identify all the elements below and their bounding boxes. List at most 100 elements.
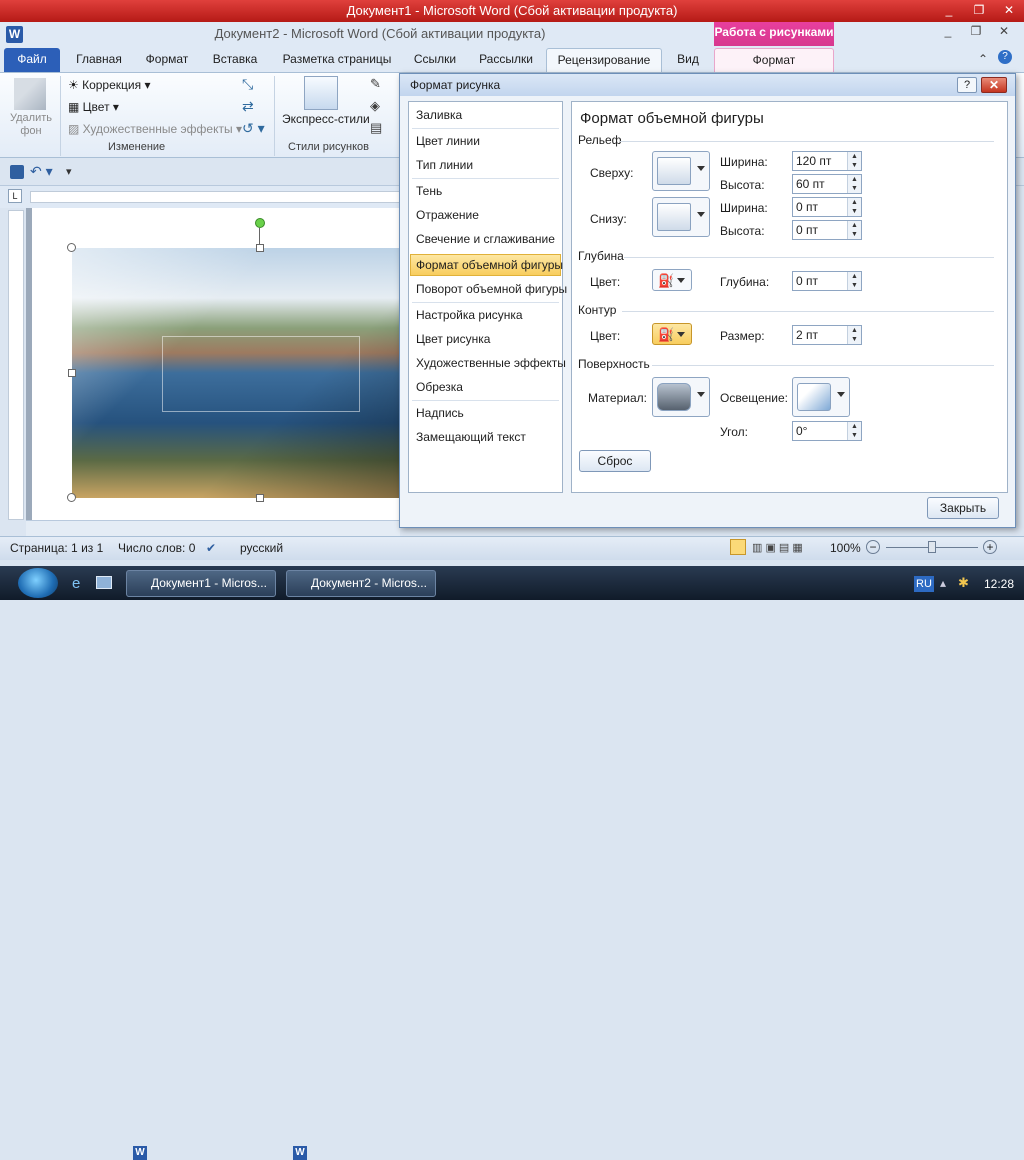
- spinner-arrows-icon[interactable]: ▲ ▼: [847, 198, 861, 216]
- bevel-top-gallery[interactable]: [652, 151, 710, 191]
- selected-picture[interactable]: [72, 248, 402, 498]
- rotate-handle[interactable]: [255, 218, 265, 228]
- nav-item-3d-format[interactable]: Формат объемной фигуры: [416, 258, 563, 272]
- ribbon-collapse-icon[interactable]: ⌃: [978, 52, 988, 66]
- artistic-effects-button[interactable]: ▨ Художественные эффекты ▾: [68, 122, 242, 136]
- picture-border-icon[interactable]: ✎: [370, 76, 381, 92]
- spinner-arrows-icon[interactable]: ▲ ▼: [847, 175, 861, 193]
- help-icon[interactable]: ?: [998, 50, 1012, 64]
- tray-icon[interactable]: ✱: [958, 575, 969, 591]
- spinner-arrows-icon[interactable]: ▲ ▼: [847, 422, 861, 440]
- close-window-button[interactable]: ✕: [994, 0, 1024, 20]
- bevel-top-width-spinner[interactable]: 120 пт ▲ ▼: [792, 151, 862, 171]
- spinner-arrows-icon[interactable]: ▲ ▼: [847, 272, 861, 290]
- compress-pictures-icon[interactable]: ⤡: [242, 76, 253, 93]
- bevel-top-height-spinner[interactable]: 60 пт ▲ ▼: [792, 174, 862, 194]
- dialog-close-button[interactable]: ✕: [981, 77, 1007, 93]
- taskbar-item-doc2[interactable]: W Документ2 - Micros...: [286, 570, 436, 1160]
- quick-styles-button[interactable]: Экспресс-стили: [282, 112, 370, 126]
- nav-item-reflection[interactable]: Отражение: [416, 208, 479, 222]
- tab-selector[interactable]: L: [8, 189, 22, 203]
- nav-item-artistic-effects[interactable]: Художественные эффекты: [416, 356, 566, 370]
- depth-spinner[interactable]: 0 пт ▲ ▼: [792, 271, 862, 291]
- corrections-button[interactable]: ☀ Коррекция ▾: [68, 78, 150, 92]
- doc-restore-button[interactable]: ❐: [962, 24, 990, 38]
- quick-styles-icon[interactable]: [304, 76, 338, 110]
- nav-item-fill[interactable]: Заливка: [416, 108, 462, 122]
- resize-handle-bottom[interactable]: [256, 494, 264, 502]
- resize-handle-top[interactable]: [256, 244, 264, 252]
- desktop-icon[interactable]: [96, 576, 112, 589]
- resize-handle-bl[interactable]: [67, 493, 76, 502]
- nav-item-3d-rotation[interactable]: Поворот объемной фигуры: [416, 282, 567, 296]
- view-buttons[interactable]: ▥ ▣ ▤ ▦: [752, 541, 803, 554]
- horizontal-scrollbar[interactable]: [26, 520, 400, 536]
- doc-close-button[interactable]: ✕: [990, 24, 1018, 38]
- zoom-slider-thumb[interactable]: [928, 541, 936, 553]
- spellcheck-icon[interactable]: ✔: [206, 541, 216, 555]
- tab-file[interactable]: Файл: [4, 48, 60, 72]
- tab-mailings[interactable]: Рассылки: [470, 48, 542, 72]
- dialog-close-bottom-button[interactable]: Закрыть: [927, 497, 999, 519]
- nav-item-shadow[interactable]: Тень: [416, 184, 442, 198]
- taskbar-item-doc1[interactable]: W Документ1 - Micros...: [126, 570, 276, 1160]
- ie-icon[interactable]: e: [72, 575, 80, 592]
- tray-expand-icon[interactable]: ▴: [940, 576, 946, 590]
- zoom-level[interactable]: 100%: [830, 541, 861, 555]
- save-icon[interactable]: [10, 165, 24, 179]
- tab-picture-format[interactable]: Формат: [714, 48, 834, 72]
- horizontal-ruler[interactable]: [30, 191, 400, 203]
- reset-picture-icon[interactable]: ↺ ▾: [242, 120, 265, 137]
- nav-item-picture-color[interactable]: Цвет рисунка: [416, 332, 490, 346]
- material-gallery[interactable]: [652, 377, 710, 417]
- bevel-bottom-height-spinner[interactable]: 0 пт ▲ ▼: [792, 220, 862, 240]
- nav-item-glow[interactable]: Свечение и сглаживание: [416, 232, 555, 246]
- zoom-in-icon[interactable]: +: [983, 540, 997, 554]
- resize-handle-tl[interactable]: [67, 243, 76, 252]
- clock[interactable]: 12:28: [984, 577, 1014, 591]
- nav-item-text-box[interactable]: Надпись: [416, 406, 464, 420]
- picture-effects-icon[interactable]: ◈: [370, 98, 380, 114]
- contour-color-button[interactable]: ⛽: [652, 323, 692, 345]
- bevel-bottom-gallery[interactable]: [652, 197, 710, 237]
- start-button[interactable]: [18, 568, 58, 598]
- bevel-bottom-width-spinner[interactable]: 0 пт ▲ ▼: [792, 197, 862, 217]
- change-picture-icon[interactable]: ⇄: [242, 98, 254, 115]
- picture-layout-icon[interactable]: ▤: [370, 120, 382, 136]
- color-button[interactable]: ▦ Цвет ▾: [68, 100, 119, 114]
- nav-item-alt-text[interactable]: Замещающий текст: [416, 430, 526, 444]
- status-words[interactable]: Число слов: 0: [118, 541, 195, 555]
- spinner-arrows-icon[interactable]: ▲ ▼: [847, 221, 861, 239]
- word-logo-icon[interactable]: W: [6, 26, 23, 43]
- status-page[interactable]: Страница: 1 из 1: [10, 541, 103, 555]
- maximize-button[interactable]: ❐: [964, 0, 994, 20]
- tab-references[interactable]: Ссылки: [406, 48, 464, 72]
- lighting-gallery[interactable]: [792, 377, 850, 417]
- angle-spinner[interactable]: 0° ▲ ▼: [792, 421, 862, 441]
- remove-background-button[interactable]: Удалить фон: [10, 112, 52, 138]
- depth-color-button[interactable]: ⛽: [652, 269, 692, 291]
- tab-view[interactable]: Вид: [668, 48, 708, 72]
- reset-button[interactable]: Сброс: [579, 450, 651, 472]
- tab-insert[interactable]: Вставка: [204, 48, 266, 72]
- nav-item-line-style[interactable]: Тип линии: [416, 158, 473, 172]
- tab-page-layout[interactable]: Разметка страницы: [274, 48, 400, 72]
- nav-item-line-color[interactable]: Цвет линии: [416, 134, 480, 148]
- zoom-out-icon[interactable]: −: [866, 540, 880, 554]
- status-language[interactable]: русский: [240, 541, 283, 555]
- tab-home[interactable]: Главная: [66, 48, 132, 72]
- print-layout-icon[interactable]: [730, 539, 746, 555]
- tab-format[interactable]: Формат: [136, 48, 198, 72]
- nav-item-picture-corrections[interactable]: Настройка рисунка: [416, 308, 523, 322]
- undo-icon[interactable]: ↶ ▾: [30, 163, 53, 180]
- dialog-help-button[interactable]: ?: [957, 77, 977, 93]
- nav-item-crop[interactable]: Обрезка: [416, 380, 463, 394]
- minimize-button[interactable]: _: [934, 0, 964, 20]
- resize-handle-left[interactable]: [68, 369, 76, 377]
- tab-review[interactable]: Рецензирование: [546, 48, 662, 72]
- doc-minimize-button[interactable]: _: [934, 24, 962, 38]
- spinner-arrows-icon[interactable]: ▲ ▼: [847, 326, 861, 344]
- language-indicator[interactable]: RU: [914, 576, 934, 592]
- contour-size-spinner[interactable]: 2 пт ▲ ▼: [792, 325, 862, 345]
- customize-qat-icon[interactable]: ▾: [66, 165, 72, 178]
